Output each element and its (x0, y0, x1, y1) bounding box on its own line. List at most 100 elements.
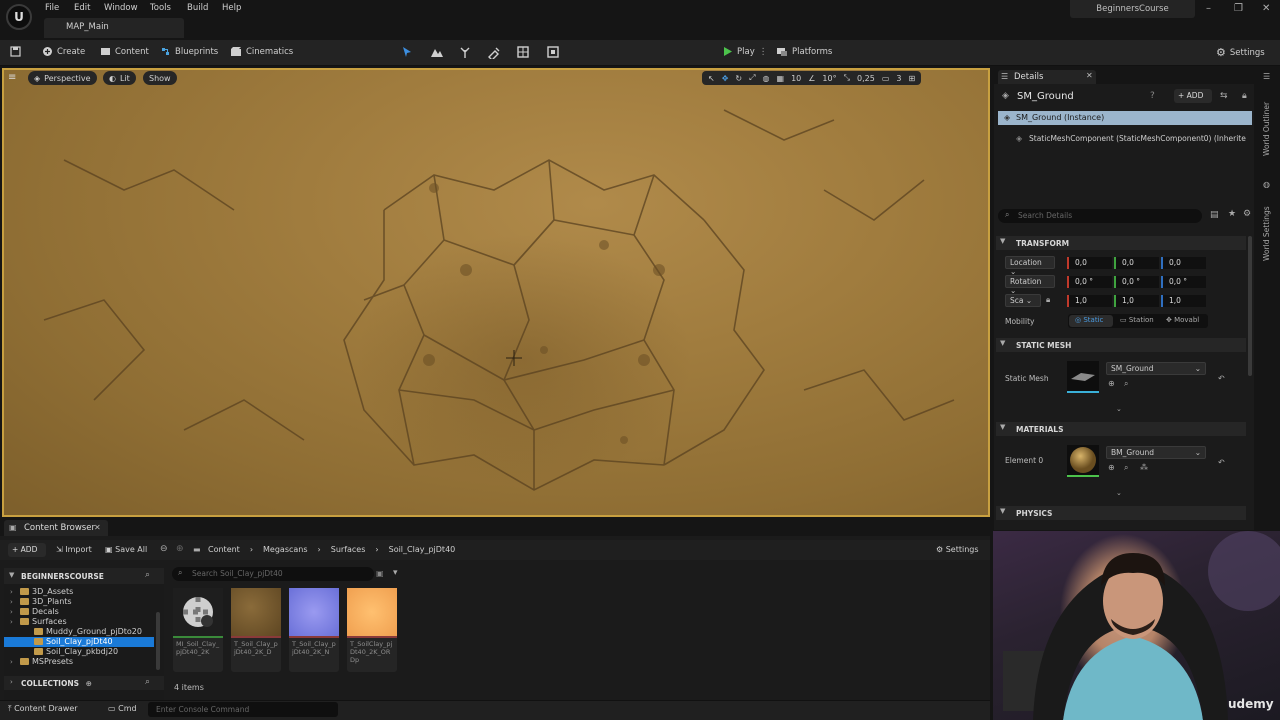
browse-material-icon[interactable]: ⌕ (1124, 463, 1128, 473)
tree-item[interactable]: › Decals (4, 607, 154, 617)
breadcrumb-surfaces[interactable]: Surfaces (331, 545, 366, 554)
rotation-z[interactable]: 0,0 ° (1161, 276, 1206, 288)
play-button[interactable]: Play ⋮ (722, 46, 767, 57)
unreal-logo-icon[interactable]: U (6, 4, 32, 30)
scale-tool-icon[interactable]: ⤢ (749, 73, 755, 83)
platforms-button[interactable]: Platforms (776, 46, 832, 57)
scale-z[interactable]: 1,0 (1161, 295, 1206, 307)
mobility-movable[interactable]: ✥ Movabl (1166, 316, 1199, 324)
mobility-static[interactable]: ◎ Static (1069, 315, 1113, 327)
asset-tile[interactable]: T_SoilClay_pjDt40_2K_ORDp (347, 588, 397, 672)
filter-icon[interactable]: ▾ (393, 568, 398, 578)
transform-collapse-icon[interactable]: ▼ (1000, 237, 1005, 245)
details-settings-icon[interactable]: ⚙ (1243, 209, 1251, 219)
scale-snap-value[interactable]: 0,25 (857, 74, 875, 83)
collections-search-icon[interactable]: ⌕ (145, 677, 150, 687)
expand-mesh-icon[interactable]: ⌄ (1116, 405, 1122, 413)
breadcrumb-megascans[interactable]: Megascans (263, 545, 308, 554)
rotation-x[interactable]: 0,0 ° (1067, 276, 1112, 288)
translate-tool-icon[interactable]: ✥ (722, 74, 729, 83)
rotation-y[interactable]: 0,0 ° (1114, 276, 1159, 288)
add-asset-button[interactable]: + ADD (8, 543, 46, 557)
save-all-button[interactable]: ▣ Save All (105, 545, 147, 554)
content-browser-settings-button[interactable]: ⚙ Settings (936, 545, 979, 554)
select-tool-icon[interactable]: ↖ (708, 74, 715, 83)
menu-file[interactable]: File (45, 3, 59, 13)
tree-expand-icon[interactable]: › (10, 607, 18, 617)
content-button[interactable]: Content (100, 46, 149, 57)
browse-asset-icon[interactable]: ⌕ (1124, 379, 1128, 389)
console-command-input[interactable]: Enter Console Command (148, 702, 338, 717)
tree-search-icon[interactable]: ⌕ (145, 570, 150, 580)
scale-lock-icon[interactable]: 🔒︎ (1046, 295, 1050, 305)
scale-y[interactable]: 1,0 (1114, 295, 1159, 307)
static-mesh-header[interactable]: STATIC MESH (996, 338, 1246, 352)
world-outliner-tab[interactable]: World Outliner (1262, 86, 1271, 156)
show-button[interactable]: Show (143, 71, 177, 85)
material-thumbnail[interactable] (1067, 445, 1099, 477)
tree-expand-icon[interactable]: › (10, 597, 18, 607)
instance-row[interactable]: SM_Ground (Instance) (998, 111, 1252, 125)
cinematics-button[interactable]: Cinematics (230, 46, 293, 57)
scale-x[interactable]: 1,0 (1067, 295, 1112, 307)
breadcrumb-current[interactable]: Soil_Clay_pjDt40 (389, 545, 456, 554)
scale-snap-icon[interactable]: ⤡ (844, 73, 850, 83)
close-content-browser-icon[interactable]: ✕ (94, 523, 101, 532)
menu-window[interactable]: Window (104, 3, 138, 13)
close-details-icon[interactable]: ✕ (1086, 71, 1093, 80)
location-dropdown[interactable]: Location ⌄ (1005, 256, 1055, 276)
tree-root[interactable]: BEGINNERSCOURSE (4, 568, 164, 584)
viewport-menu-icon[interactable]: ≡ (8, 72, 16, 83)
create-button[interactable]: Create (42, 46, 85, 57)
add-collection-icon[interactable]: ⊕ (86, 679, 92, 688)
rotate-tool-icon[interactable]: ↻ (735, 74, 742, 83)
play-options-icon[interactable]: ⋮ (759, 47, 768, 57)
world-settings-tab[interactable]: World Settings (1262, 195, 1271, 261)
maximize-viewport-icon[interactable]: ⊞ (908, 74, 915, 83)
reset-material-icon[interactable]: ↶ (1218, 458, 1225, 467)
blueprint-icon[interactable]: ⇆ (1220, 91, 1228, 101)
transform-header[interactable]: TRANSFORM (996, 236, 1246, 250)
use-selected-icon[interactable]: ⊕ (1108, 379, 1115, 388)
expand-material-icon[interactable]: ⌄ (1116, 489, 1122, 497)
tree-expand-icon[interactable]: › (10, 587, 18, 597)
tree-expand-icon[interactable]: › (10, 657, 18, 667)
content-drawer-button[interactable]: ⤒ Content Drawer (8, 704, 78, 714)
lock-icon[interactable]: 🔒︎ (1242, 91, 1247, 101)
table-view-icon[interactable]: ▤ (1210, 210, 1219, 220)
scale-dropdown[interactable]: Sca ⌄ (1005, 294, 1041, 307)
camera-speed-icon[interactable]: ▭ (882, 74, 890, 83)
tree-item[interactable]: › MSPresets (4, 657, 154, 667)
tree-expand-icon[interactable]: › (10, 617, 18, 627)
reset-mesh-icon[interactable]: ↶ (1218, 374, 1225, 383)
history-back-icon[interactable]: ⊖ (160, 544, 168, 554)
favorite-star-icon[interactable]: ★ (1228, 209, 1236, 219)
static-mesh-dropdown[interactable]: SM_Ground ⌄ (1106, 362, 1206, 375)
settings-button[interactable]: ⚙ Settings (1216, 46, 1265, 59)
tree-item[interactable]: › Surfaces (4, 617, 154, 627)
grid-snap-icon[interactable]: ▦ (777, 74, 785, 83)
menu-tools[interactable]: Tools (150, 3, 171, 13)
tree-item[interactable]: › 3D_Plants (4, 597, 154, 607)
modeling-mode-icon[interactable] (546, 45, 560, 59)
lit-button[interactable]: ◐ Lit (103, 71, 136, 85)
menu-help[interactable]: Help (222, 3, 241, 13)
material-dropdown[interactable]: BM_Ground ⌄ (1106, 446, 1206, 459)
materials-collapse-icon[interactable]: ▼ (1000, 423, 1005, 431)
help-icon[interactable]: ? (1150, 91, 1155, 101)
level-tab[interactable]: MAP_Main (44, 18, 184, 38)
mobility-station[interactable]: ▭ Station (1120, 316, 1154, 324)
rotation-dropdown[interactable]: Rotation ⌄ (1005, 275, 1055, 295)
menu-edit[interactable]: Edit (74, 3, 90, 13)
save-level-icon[interactable] (10, 46, 21, 57)
history-forward-icon[interactable]: ⊕ (176, 544, 184, 554)
details-tab[interactable]: Details (998, 70, 1096, 84)
blueprints-button[interactable]: Blueprints (160, 46, 218, 57)
select-mode-icon[interactable] (400, 45, 414, 59)
content-browser-tab[interactable]: Content Browser (4, 520, 108, 536)
rotation-snap-icon[interactable]: ∠ (808, 74, 815, 83)
import-button[interactable]: ⇲ Import (56, 545, 92, 554)
physics-header[interactable]: PHYSICS (996, 506, 1246, 520)
location-x[interactable]: 0,0 (1067, 257, 1112, 269)
asset-tile[interactable]: MI_Soil_Clay_pjDt40_2K (173, 588, 223, 672)
